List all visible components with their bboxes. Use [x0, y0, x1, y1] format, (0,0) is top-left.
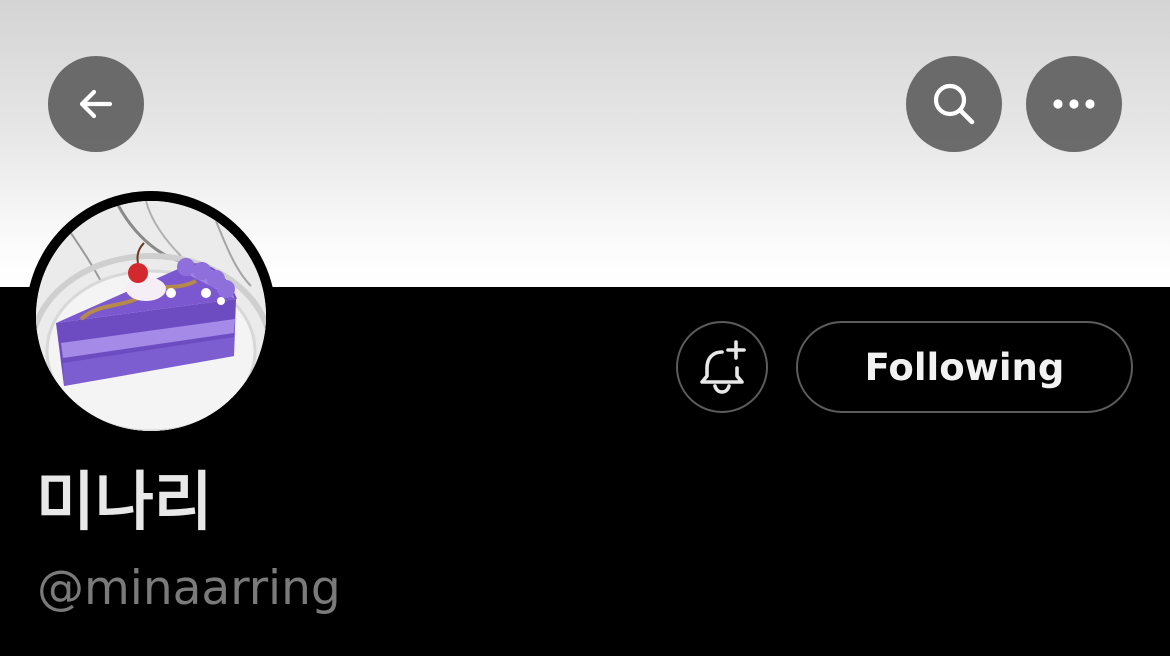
search-button[interactable]: [906, 56, 1002, 152]
avatar[interactable]: [26, 191, 276, 441]
following-button[interactable]: Following: [796, 321, 1133, 413]
avatar-image: [36, 201, 266, 431]
search-icon: [933, 83, 975, 125]
display-name: 미나리: [36, 466, 213, 540]
more-horizontal-icon: [1053, 99, 1095, 109]
profile-page: Following 미나리 @minaarring: [0, 0, 1170, 656]
arrow-left-icon: [79, 89, 113, 119]
user-handle: @minaarring: [37, 561, 341, 616]
notification-subscribe-button[interactable]: [676, 321, 768, 413]
cake-illustration: [36, 201, 266, 431]
bell-plus-icon: [700, 340, 746, 394]
more-button[interactable]: [1026, 56, 1122, 152]
following-button-label: Following: [864, 345, 1065, 389]
back-button[interactable]: [48, 56, 144, 152]
